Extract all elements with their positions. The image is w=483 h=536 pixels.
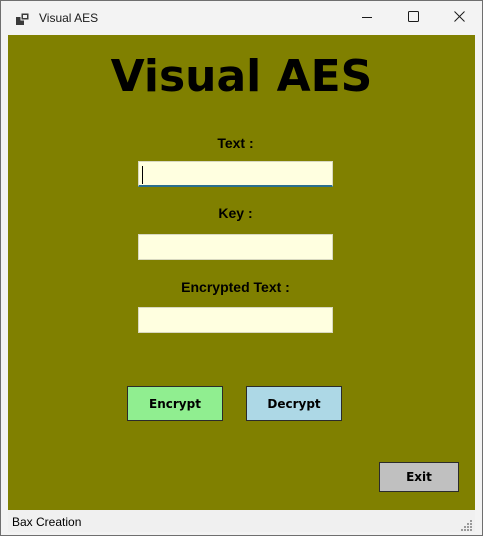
status-bar: Bax Creation [8,510,475,532]
form-body: Visual AES Text : Key : Encrypted Text :… [8,35,475,510]
encrypted-text-input[interactable] [138,307,333,333]
maximize-icon [407,9,419,27]
key-label: Key : [218,205,253,221]
status-text: Bax Creation [12,515,82,529]
key-input[interactable] [138,234,333,260]
minimize-button[interactable] [344,1,390,35]
app-window: Visual AES Visual AES Text : Key : Encry… [0,0,483,536]
text-label: Text : [217,135,254,151]
exit-button[interactable]: Exit [379,462,459,492]
text-input[interactable] [138,161,333,187]
title-bar[interactable]: Visual AES [1,1,482,35]
close-button[interactable] [436,1,482,35]
decrypt-button[interactable]: Decrypt [246,386,342,421]
encrypt-button[interactable]: Encrypt [127,386,223,421]
text-cursor [142,166,143,184]
window-title: Visual AES [39,11,99,25]
minimize-icon [362,9,372,27]
app-window-icon [16,12,30,25]
page-title: Visual AES [110,51,373,102]
encrypted-text-label: Encrypted Text : [181,279,290,295]
maximize-button[interactable] [390,1,436,35]
resize-grip-icon[interactable] [461,518,473,531]
close-icon [453,9,465,27]
